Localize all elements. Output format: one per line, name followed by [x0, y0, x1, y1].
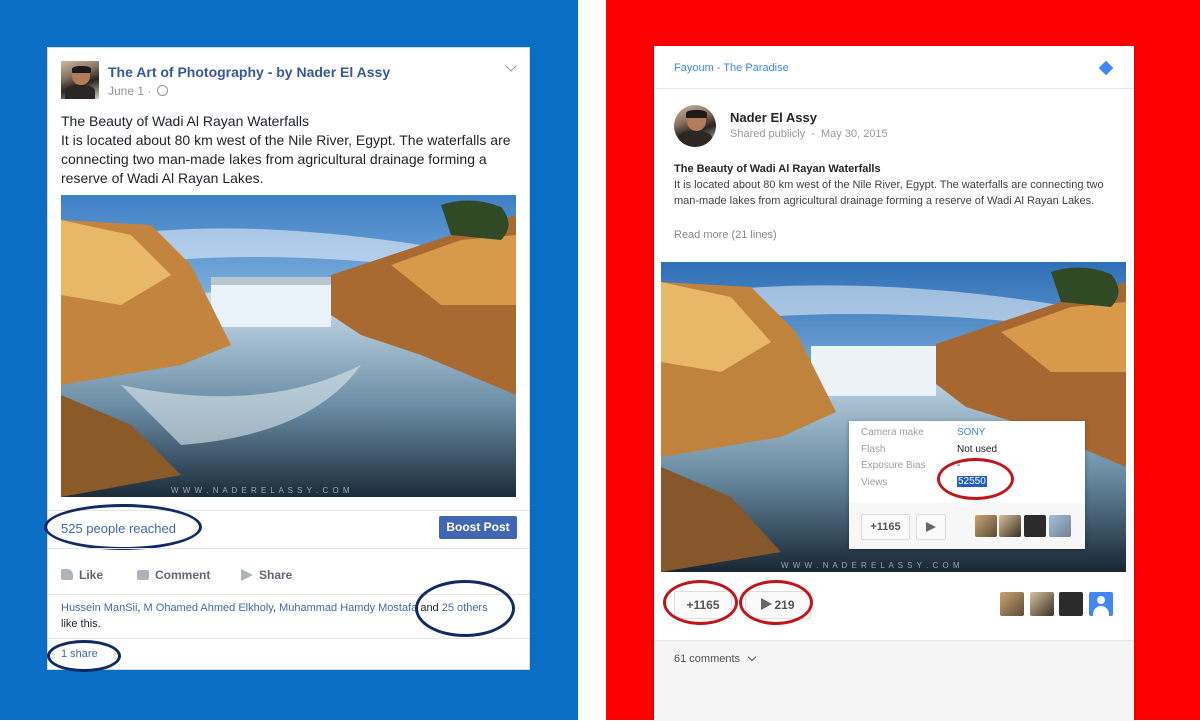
comments-toggle[interactable]: 61 comments [674, 652, 757, 665]
post-body: It is located about 80 km west of the Ni… [61, 132, 511, 186]
share-arrow-icon [241, 569, 253, 581]
facebook-post-photo[interactable]: W W W . N A D E R E L A S S Y . C O M [61, 195, 516, 497]
divider [48, 638, 529, 639]
share-button[interactable]: Share [241, 568, 292, 582]
like-label: Like [79, 568, 104, 582]
plusoner-avatar[interactable] [975, 515, 997, 537]
exif-value: Not used [957, 444, 998, 455]
exif-label: Exposure Bias [861, 460, 926, 471]
like-button[interactable]: Like [61, 568, 103, 582]
photo-watermark: W W W . N A D E R E L A S S Y . C O M [781, 561, 961, 570]
meta-separator: - [811, 128, 815, 140]
popup-share-button[interactable] [916, 514, 946, 540]
divider [654, 88, 1134, 89]
plusoner-avatar[interactable] [1059, 592, 1083, 616]
views-highlight-ring [937, 458, 1014, 500]
exif-label: Camera make [861, 427, 924, 438]
plus-one-highlight-ring [663, 580, 738, 625]
author-name[interactable]: Nader El Assy [730, 110, 817, 125]
facebook-post-date[interactable]: June 1 · [108, 84, 168, 98]
share-label: Share [259, 568, 293, 582]
likers-suffix: like this. [61, 618, 101, 630]
plusoner-avatar[interactable] [1049, 515, 1071, 537]
default-user-avatar[interactable] [1089, 592, 1113, 616]
reach-highlight-ring [44, 504, 202, 550]
community-link[interactable]: Fayoum - The Paradise [674, 62, 789, 74]
gplus-author-avatar[interactable] [674, 105, 716, 147]
liker-name[interactable]: Hussein ManSii [61, 602, 137, 614]
plusoner-avatar[interactable] [1030, 592, 1054, 616]
facebook-page-name[interactable]: The Art of Photography - by Nader El Ass… [108, 64, 390, 80]
comment-button[interactable]: Comment [137, 568, 210, 582]
chevron-down-icon [747, 652, 757, 662]
gplus-post-text: The Beauty of Wadi Al Rayan Waterfalls I… [674, 161, 1114, 209]
boost-post-button[interactable]: Boost Post [439, 516, 517, 539]
comment-icon [137, 570, 149, 580]
communities-icon[interactable] [1098, 60, 1114, 76]
globe-icon [156, 85, 168, 96]
facebook-page-avatar[interactable] [61, 61, 99, 99]
exif-label: Flash [861, 444, 886, 455]
post-body: It is located about 80 km west of the Ni… [674, 179, 1104, 207]
thumbs-up-icon [61, 569, 73, 580]
share-arrow-icon [926, 522, 936, 532]
post-title: The Beauty of Wadi Al Rayan Waterfalls [61, 113, 309, 129]
read-more-link[interactable]: Read more (21 lines) [674, 229, 777, 241]
plusoner-avatar[interactable] [1024, 515, 1046, 537]
post-meta: Shared publicly - May 30, 2015 [730, 128, 888, 140]
post-date[interactable]: May 30, 2015 [821, 128, 888, 140]
liker-name[interactable]: M Ohamed Ahmed Elkholy [144, 602, 273, 614]
post-title: The Beauty of Wadi Al Rayan Waterfalls [674, 163, 881, 175]
others-highlight-ring [415, 580, 515, 637]
reshare-highlight-ring [739, 580, 813, 625]
plusoner-avatar[interactable] [1000, 592, 1024, 616]
facebook-post-text: The Beauty of Wadi Al Rayan Waterfalls I… [61, 112, 511, 188]
exif-value[interactable]: SONY [957, 427, 985, 438]
liker-name[interactable]: Muhammad Hamdy Mostafa [279, 602, 417, 614]
post-date: June 1 · [108, 84, 152, 98]
shares-highlight-ring [47, 640, 121, 672]
visibility-label[interactable]: Shared publicly [730, 128, 805, 140]
comment-label: Comment [155, 568, 211, 582]
plusoner-avatar[interactable] [999, 515, 1021, 537]
divider [48, 548, 529, 549]
popup-plus-one-button[interactable]: +1165 [861, 514, 910, 540]
photo-watermark: W W W . N A D E R E L A S S Y . C O M [171, 486, 351, 495]
exif-label: Views [861, 477, 888, 488]
comments-count: 61 comments [674, 653, 741, 665]
